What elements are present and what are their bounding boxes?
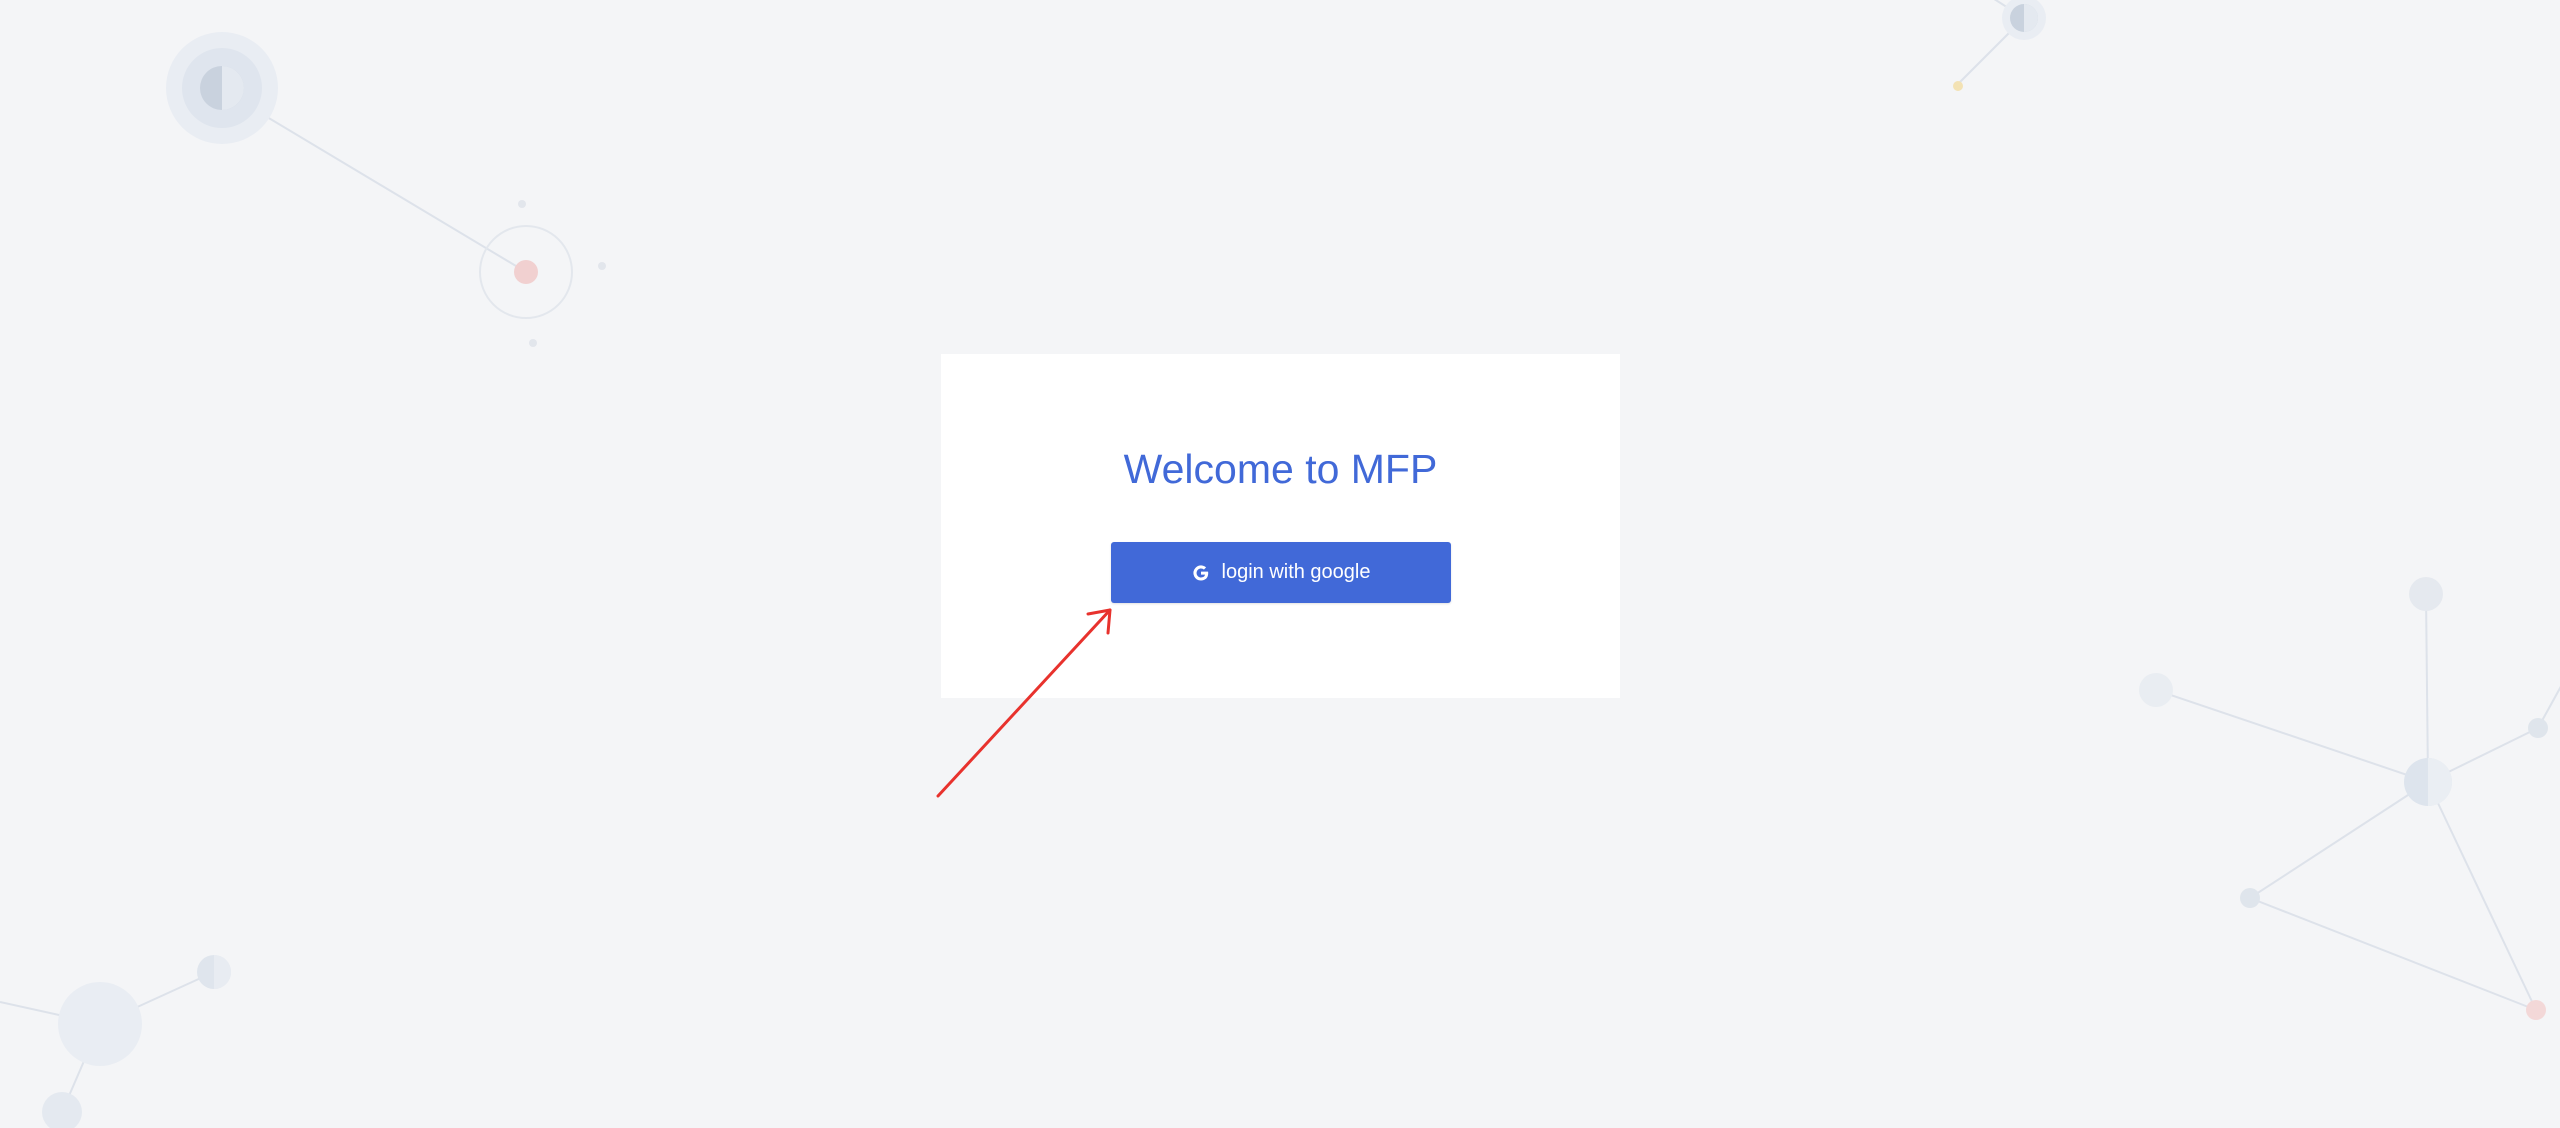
google-g-icon — [1192, 564, 1210, 582]
login-card: Welcome to MFP login with google — [941, 354, 1620, 698]
login-with-google-button[interactable]: login with google — [1111, 542, 1451, 603]
decoration-cluster-bottom-left — [0, 955, 231, 1128]
login-button-label: login with google — [1221, 561, 1371, 583]
decoration-cluster-top-left — [166, 32, 606, 347]
welcome-title: Welcome to MFP — [1123, 446, 1438, 492]
login-page: Welcome to MFP login with google — [0, 0, 2560, 1128]
decoration-cluster-right — [2139, 577, 2560, 1020]
decoration-cluster-top-right — [1953, 0, 2046, 91]
